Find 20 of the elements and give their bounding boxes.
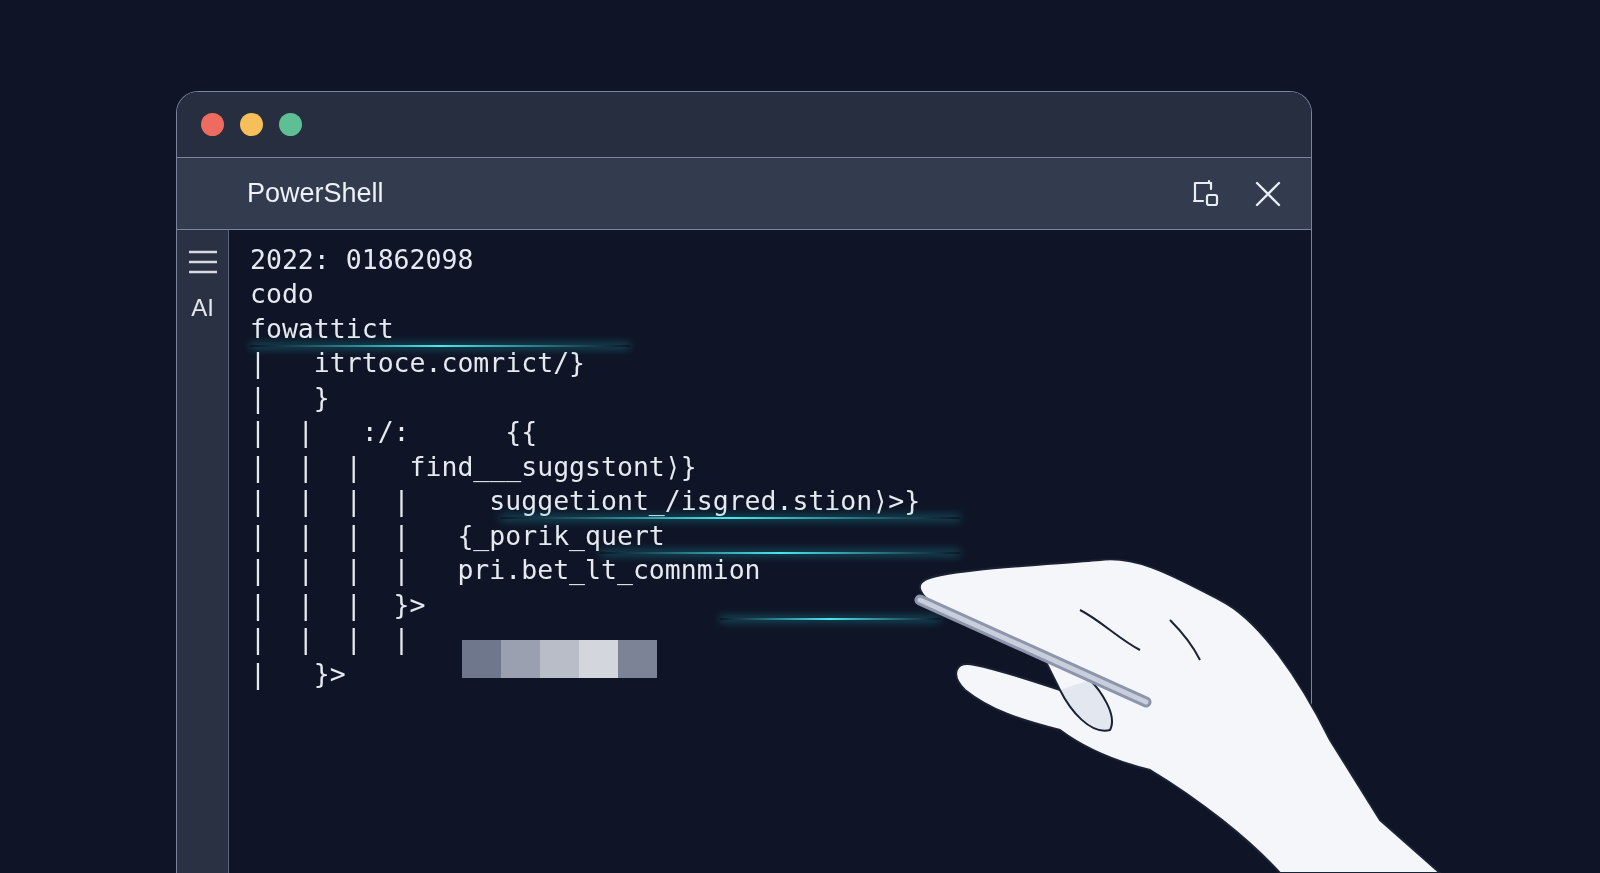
code-line: | | | find___suggstont⟩} (250, 450, 697, 482)
code-line: | | | }> (250, 588, 426, 620)
window-control-dot[interactable] (279, 113, 302, 136)
code-line: | | | | suggetiont_/isgred.stion⟩>} (250, 485, 921, 517)
menu-icon[interactable] (187, 250, 218, 274)
window-icon[interactable] (1191, 178, 1221, 209)
window-control-dot[interactable] (201, 113, 224, 136)
tab-title: PowerShell (247, 178, 384, 209)
code-line: | | | | (250, 623, 410, 655)
code-line: 2022: 01862098 (250, 243, 474, 275)
code-line: fowattict (250, 312, 394, 344)
code-line: | | | | {_porik_quert (250, 519, 665, 551)
window-control-dot[interactable] (240, 113, 263, 136)
code-line: | itrtoce.comrict/} (250, 347, 586, 379)
sidebar-label[interactable]: AI (191, 294, 214, 322)
code-line: | }> (250, 657, 346, 689)
code-line: | } (250, 381, 330, 413)
code-line: | | :/: {{ (250, 416, 538, 448)
code-line: codo (250, 278, 314, 310)
code-line: | | | | pri.bet_lt_comnmion (250, 554, 761, 586)
